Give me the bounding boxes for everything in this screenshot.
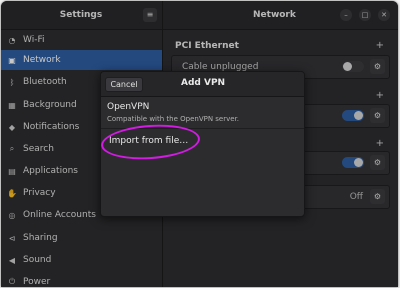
dialog-header: Cancel Add VPN — [101, 72, 304, 97]
settings-window: Settings ≡ Network – □ ✕ ◔ Wi-Fi ▣ Netwo… — [1, 1, 398, 287]
add-vpn-dialog: Cancel Add VPN OpenVPN Compatible with t… — [99, 71, 305, 217]
cancel-button[interactable]: Cancel — [105, 77, 143, 92]
dialog-title: Add VPN — [181, 78, 226, 88]
openvpn-description: Compatible with the OpenVPN server. — [107, 115, 240, 123]
openvpn-option[interactable]: OpenVPN — [107, 102, 149, 112]
